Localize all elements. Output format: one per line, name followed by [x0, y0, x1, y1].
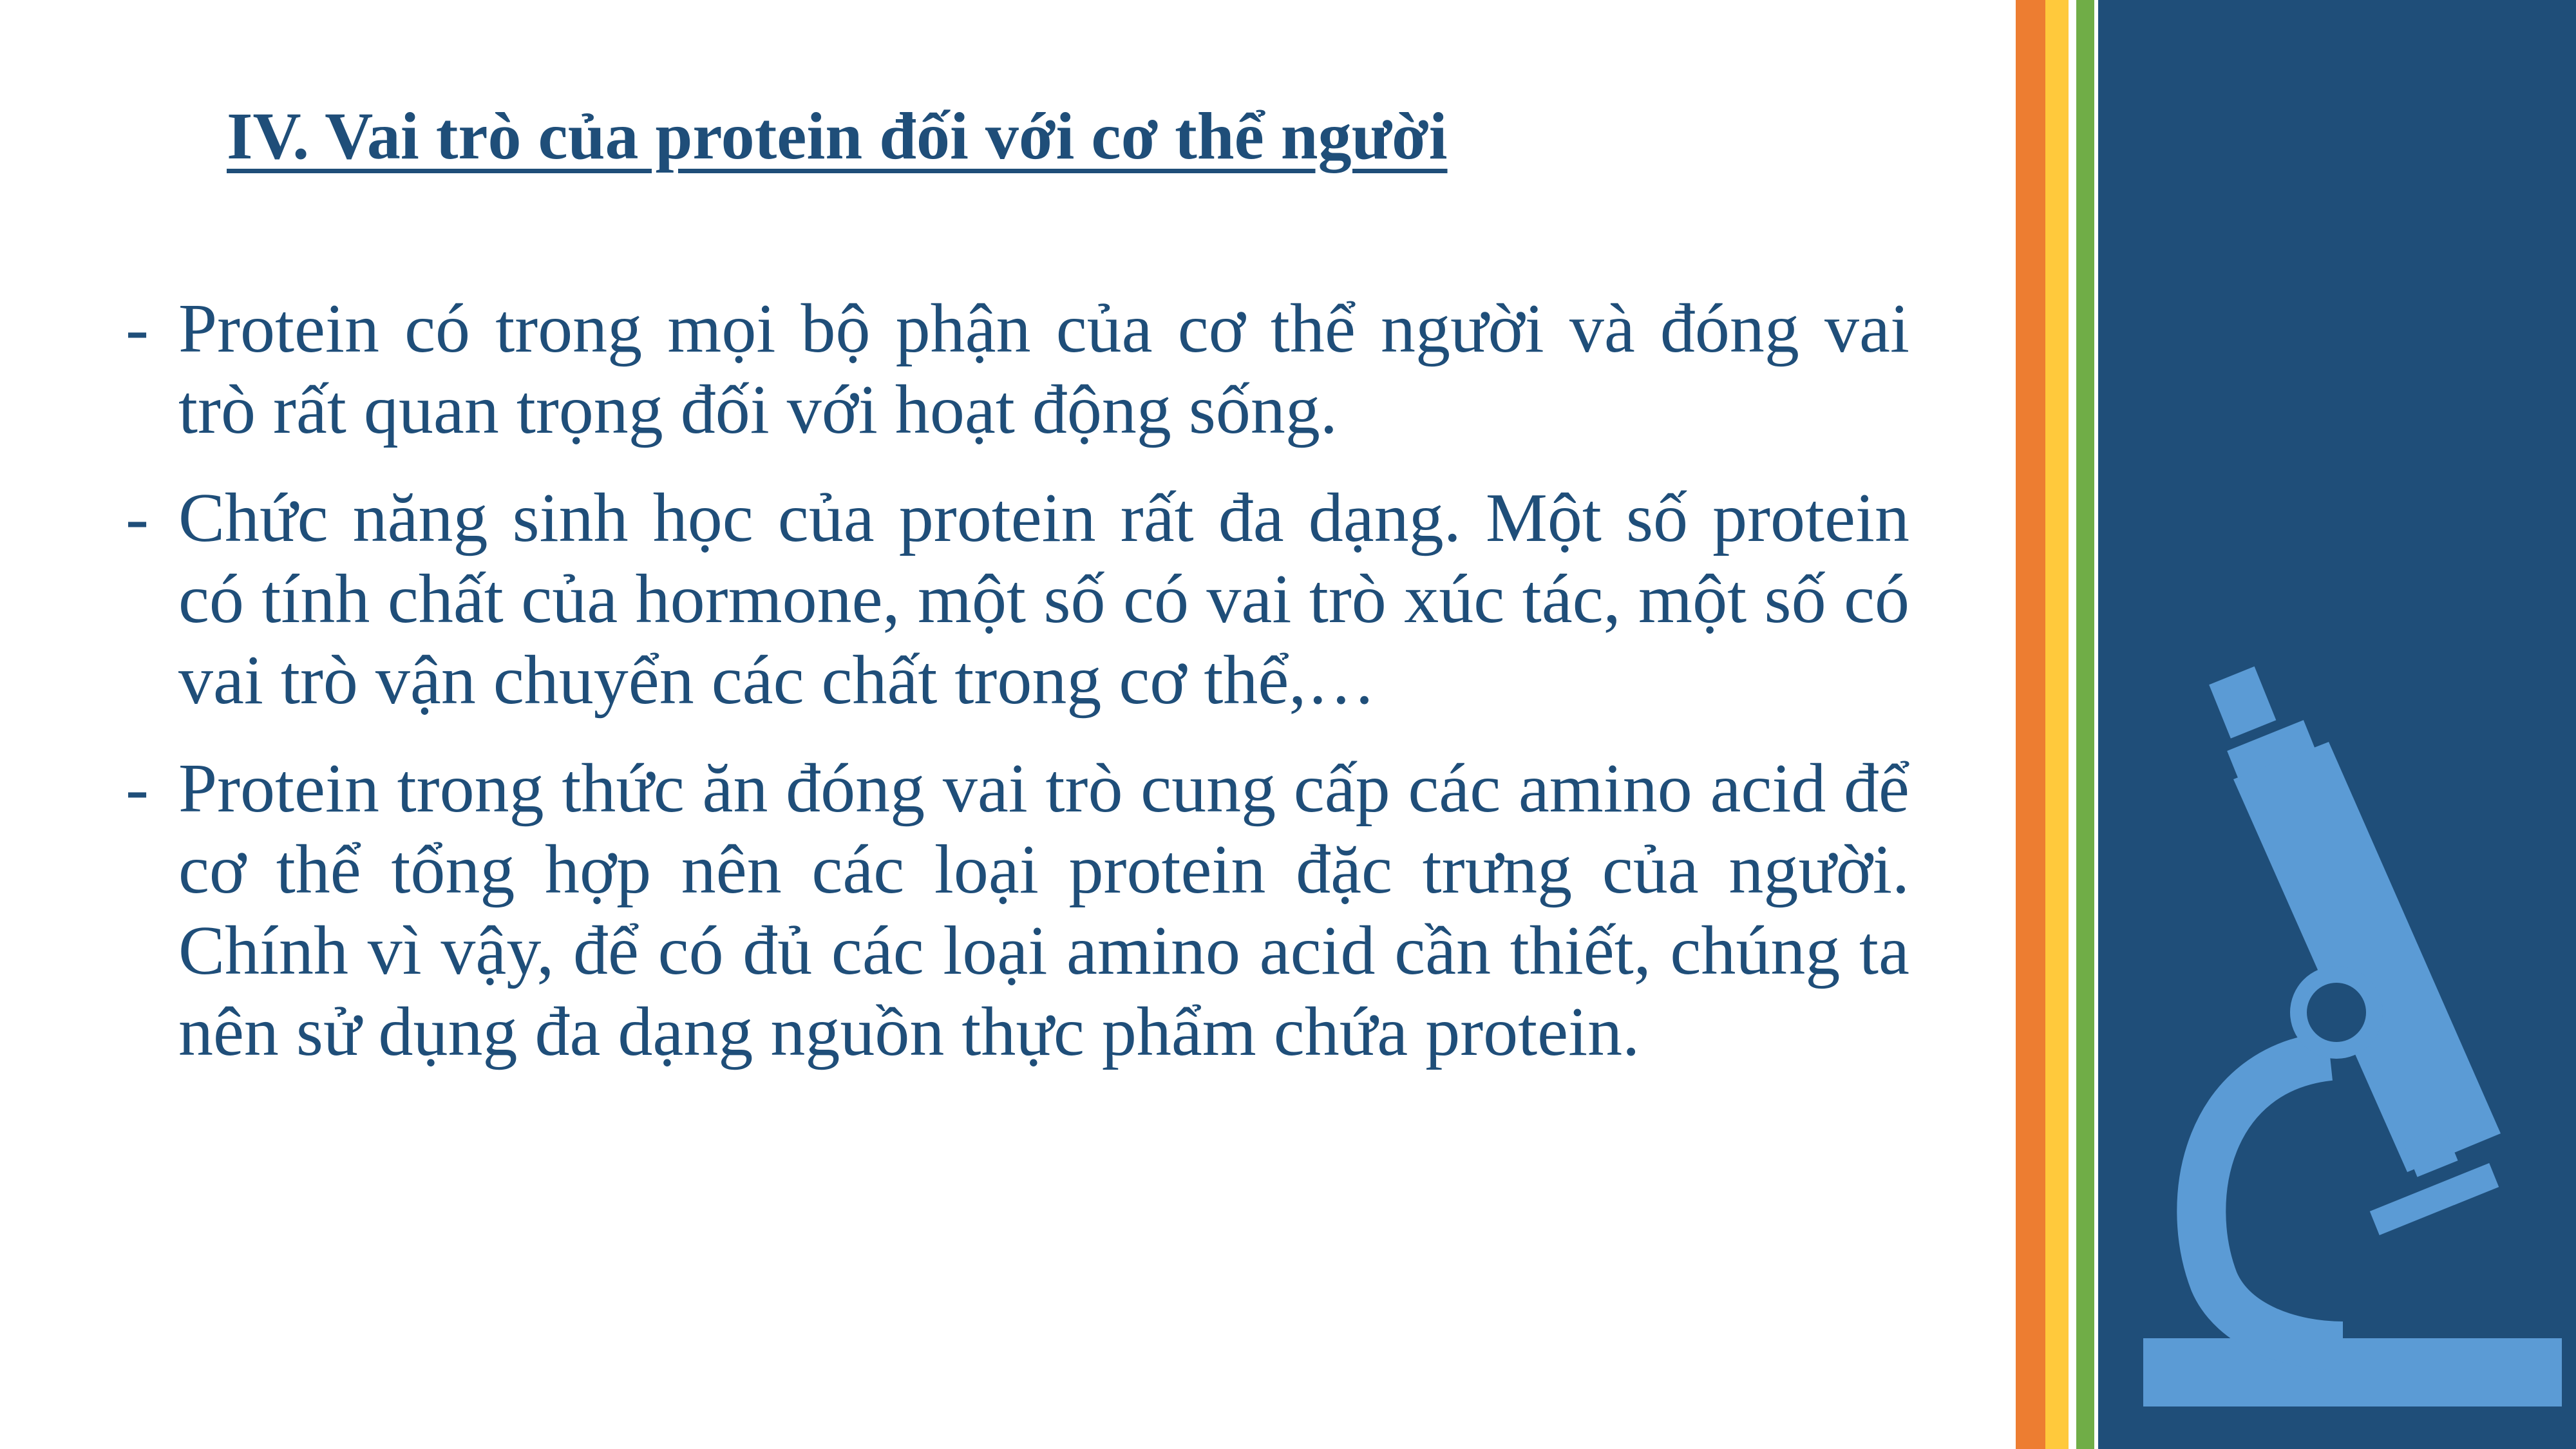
orange-stripe [2016, 0, 2045, 1449]
yellow-stripe [2045, 0, 2069, 1449]
microscope-icon [2143, 666, 2562, 1406]
bullet-item: - Chức năng sinh học của protein rất đa … [126, 478, 1909, 721]
bullet-item: - Protein có trong mọi bộ phận của cơ th… [126, 289, 1909, 451]
bullet-item: - Protein trong thức ăn đóng vai trò cun… [126, 748, 1909, 1073]
slide-title: IV. Vai trò của protein đối với cơ thể n… [227, 99, 1448, 173]
white-stripe [2069, 0, 2076, 1449]
bullet-marker: - [126, 290, 149, 367]
bullet-text: Protein trong thức ăn đóng vai trò cung … [178, 750, 1909, 1070]
bullet-marker: - [126, 750, 149, 827]
bullet-list: - Protein có trong mọi bộ phận của cơ th… [126, 289, 1909, 1100]
bullet-text: Protein có trong mọi bộ phận của cơ thể … [178, 290, 1909, 448]
bullet-text: Chức năng sinh học của protein rất đa dạ… [178, 480, 1909, 719]
bullet-marker: - [126, 480, 149, 556]
slide: IV. Vai trò của protein đối với cơ thể n… [0, 0, 2576, 1449]
green-stripe [2076, 0, 2094, 1449]
